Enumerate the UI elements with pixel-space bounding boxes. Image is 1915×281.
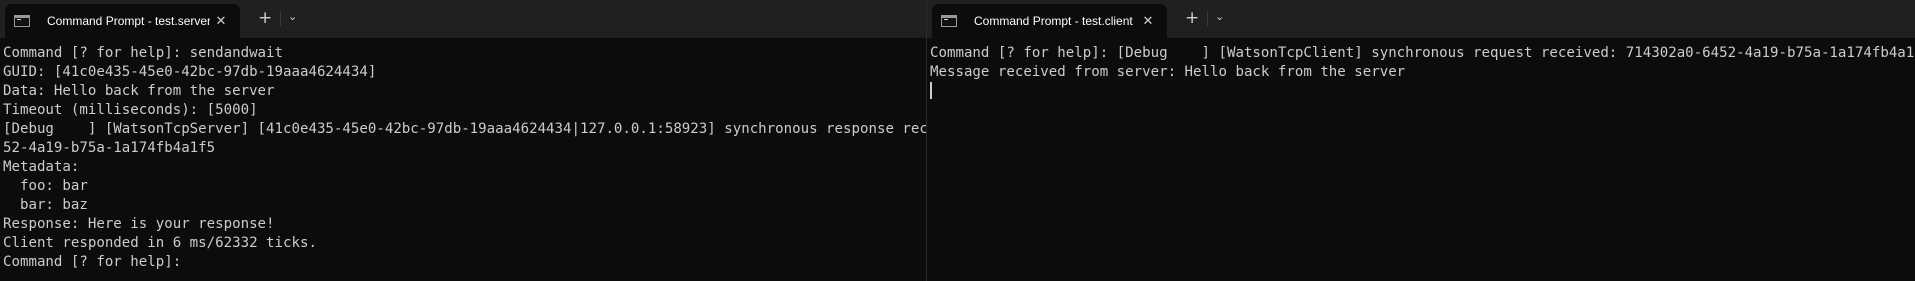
close-icon[interactable]: ✕: [212, 14, 230, 29]
chevron-down-icon[interactable]: ⌄: [288, 10, 297, 23]
tab-separator: [280, 12, 281, 26]
terminal-icon: [14, 15, 30, 27]
close-icon[interactable]: ✕: [1139, 14, 1157, 29]
terminal-line: foo: bar: [3, 178, 88, 194]
tab-bar: Command Prompt - test.server ✕ + ⌄: [0, 0, 926, 38]
terminal-line: Data: Hello back from the server: [3, 83, 275, 99]
terminal-line: Response: Here is your response!: [3, 216, 275, 232]
text-cursor: [930, 82, 932, 99]
plus-icon[interactable]: +: [258, 9, 272, 27]
tab-server[interactable]: Command Prompt - test.server ✕: [5, 4, 240, 38]
terminal-line: Command [? for help]: [Debug ] [WatsonTc…: [930, 45, 1915, 61]
tab-title: Command Prompt - test.server: [47, 14, 210, 28]
terminal-output[interactable]: Command [? for help]: sendandwait GUID: …: [0, 38, 926, 272]
terminal-line: Command [? for help]: sendandwait: [3, 45, 284, 61]
terminal-output[interactable]: Command [? for help]: [Debug ] [WatsonTc…: [927, 38, 1915, 82]
terminal-line: 52-4a19-b75a-1a174fb4a1f5: [3, 140, 216, 156]
terminal-icon: [941, 15, 957, 27]
terminal-line: [Debug ] [WatsonTcpServer] [41c0e435-45e…: [3, 121, 926, 137]
tab-title: Command Prompt - test.client: [974, 14, 1133, 28]
terminal-line: Message received from server: Hello back…: [930, 64, 1406, 80]
tab-client[interactable]: Command Prompt - test.client ✕: [932, 4, 1167, 38]
plus-icon[interactable]: +: [1185, 9, 1199, 27]
client-terminal-window: Command Prompt - test.client ✕ + ⌄ Comma…: [927, 0, 1915, 281]
terminal-line: Timeout (milliseconds): [5000]: [3, 102, 258, 118]
terminal-line: Client responded in 6 ms/62332 ticks.: [3, 235, 317, 251]
terminal-line: bar: baz: [3, 197, 88, 213]
tab-separator: [1207, 12, 1208, 26]
server-terminal-window: Command Prompt - test.server ✕ + ⌄ Comma…: [0, 0, 926, 281]
terminal-line: Command [? for help]:: [3, 254, 182, 270]
terminal-line: GUID: [41c0e435-45e0-42bc-97db-19aaa4624…: [3, 64, 377, 80]
tab-bar: Command Prompt - test.client ✕ + ⌄: [927, 0, 1915, 38]
terminal-line: Metadata:: [3, 159, 80, 175]
chevron-down-icon[interactable]: ⌄: [1215, 10, 1224, 23]
